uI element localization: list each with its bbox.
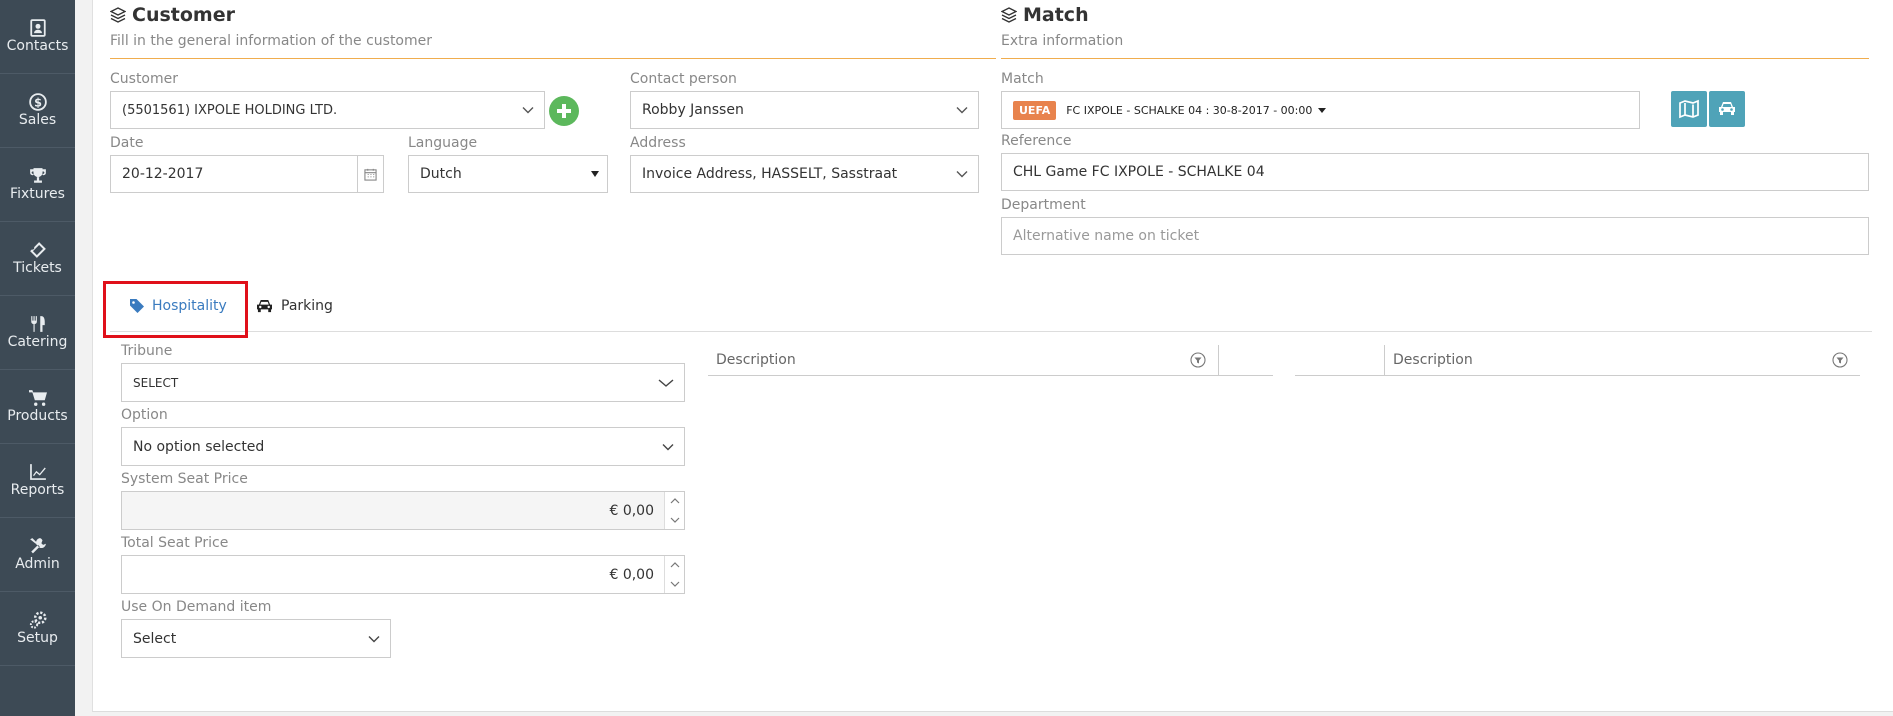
sidebar-item-reports[interactable]: Reports bbox=[0, 444, 75, 518]
department-label: Department bbox=[1001, 197, 1086, 213]
date-label: Date bbox=[110, 135, 144, 151]
tab-parking[interactable]: Parking bbox=[255, 298, 333, 314]
right-grid-header: Description bbox=[1295, 344, 1860, 376]
competition-badge: UEFA bbox=[1013, 100, 1057, 120]
reference-input[interactable]: CHL Game FC IXPOLE - SCHALKE 04 bbox=[1001, 153, 1869, 191]
chevron-up-icon[interactable] bbox=[670, 497, 680, 505]
address-select[interactable]: Invoice Address, HASSELT, Sasstraat bbox=[630, 155, 979, 193]
svg-text:$: $ bbox=[34, 97, 42, 110]
match-select[interactable]: UEFA FC IXPOLE - SCHALKE 04 : 30-8-2017 … bbox=[1001, 91, 1640, 129]
layers-icon bbox=[110, 7, 126, 23]
reference-label: Reference bbox=[1001, 133, 1072, 149]
plus-icon bbox=[557, 104, 571, 118]
tools-icon bbox=[0, 536, 75, 556]
caret-down-icon bbox=[1318, 107, 1327, 113]
chevron-up-icon[interactable] bbox=[670, 561, 680, 569]
system-seat-price-label: System Seat Price bbox=[121, 471, 248, 487]
option-label: Option bbox=[121, 407, 168, 423]
add-customer-button[interactable] bbox=[549, 96, 579, 126]
match-section-subtitle: Extra information bbox=[1001, 33, 1124, 49]
trophy-icon bbox=[0, 166, 75, 186]
language-select[interactable]: Dutch bbox=[408, 155, 608, 193]
sidebar-item-label: Setup bbox=[17, 630, 58, 646]
sidebar-item-admin[interactable]: Admin bbox=[0, 518, 75, 592]
system-price-stepper[interactable] bbox=[664, 492, 684, 529]
filter-icon[interactable] bbox=[1186, 352, 1210, 368]
cart-icon bbox=[0, 388, 75, 408]
customer-section-divider bbox=[110, 58, 996, 59]
on-demand-select[interactable]: Select bbox=[121, 619, 391, 658]
system-seat-price-input[interactable]: € 0,00 bbox=[121, 491, 685, 530]
sidebar-item-contacts[interactable]: Contacts bbox=[0, 0, 75, 74]
sidebar-item-label: Contacts bbox=[6, 38, 69, 54]
sidebar-item-label: Products bbox=[7, 408, 68, 424]
sidebar-item-sales[interactable]: $ Sales bbox=[0, 74, 75, 148]
tabs-divider bbox=[110, 331, 1872, 332]
sidebar-item-tickets[interactable]: Tickets bbox=[0, 222, 75, 296]
layers-icon bbox=[1001, 7, 1017, 23]
tribune-label: Tribune bbox=[121, 343, 173, 359]
sidebar: Contacts $ Sales Fixtures Tickets Cateri… bbox=[0, 0, 75, 716]
left-grid-header: Description bbox=[708, 344, 1273, 376]
filter-icon[interactable] bbox=[1828, 352, 1852, 368]
sidebar-item-label: Tickets bbox=[13, 260, 62, 276]
chevron-down-icon bbox=[662, 441, 674, 453]
parking-car-button[interactable] bbox=[1709, 91, 1745, 127]
total-seat-price-input[interactable]: € 0,00 bbox=[121, 555, 685, 594]
chevron-down-icon bbox=[658, 377, 674, 389]
chevron-down-icon bbox=[522, 104, 534, 116]
order-form-panel: Customer Fill in the general information… bbox=[92, 0, 1893, 712]
highlight-box bbox=[103, 281, 248, 338]
match-label: Match bbox=[1001, 71, 1044, 87]
language-label: Language bbox=[408, 135, 478, 151]
sidebar-item-fixtures[interactable]: Fixtures bbox=[0, 148, 75, 222]
contacts-icon bbox=[0, 18, 75, 38]
customer-select[interactable]: (5501561) IXPOLE HOLDING LTD. bbox=[110, 91, 545, 129]
chart-icon bbox=[0, 462, 75, 482]
sidebar-item-label: Sales bbox=[18, 112, 57, 128]
sidebar-item-label: Fixtures bbox=[10, 186, 65, 202]
address-label: Address bbox=[630, 135, 686, 151]
chevron-down-icon[interactable] bbox=[670, 580, 680, 588]
sidebar-item-setup[interactable]: Setup bbox=[0, 592, 75, 666]
tribune-select[interactable]: SELECT bbox=[121, 363, 685, 402]
on-demand-label: Use On Demand item bbox=[121, 599, 272, 615]
match-section-title: Match bbox=[1001, 4, 1089, 26]
contact-person-label: Contact person bbox=[630, 71, 737, 87]
chevron-down-icon[interactable] bbox=[670, 516, 680, 524]
right-grid-description-header: Description bbox=[1393, 352, 1473, 368]
contact-person-select[interactable]: Robby Janssen bbox=[630, 91, 979, 129]
map-button[interactable] bbox=[1671, 91, 1707, 127]
customer-section-subtitle: Fill in the general information of the c… bbox=[110, 33, 432, 49]
sidebar-item-catering[interactable]: Catering bbox=[0, 296, 75, 370]
customer-section-title: Customer bbox=[110, 4, 235, 26]
car-icon bbox=[1719, 102, 1735, 115]
sidebar-item-products[interactable]: Products bbox=[0, 370, 75, 444]
customer-label: Customer bbox=[110, 71, 179, 87]
utensils-icon bbox=[0, 314, 75, 334]
match-section-divider bbox=[1001, 58, 1869, 59]
sidebar-item-label: Admin bbox=[15, 556, 60, 572]
sidebar-item-label: Reports bbox=[10, 482, 65, 498]
gears-icon bbox=[0, 610, 75, 630]
car-icon bbox=[257, 299, 272, 312]
ticket-icon bbox=[0, 240, 75, 260]
total-price-stepper[interactable] bbox=[664, 556, 684, 593]
chevron-down-icon bbox=[956, 104, 968, 116]
chevron-down-icon bbox=[956, 168, 968, 180]
left-grid-description-header: Description bbox=[716, 352, 796, 368]
dollar-icon: $ bbox=[0, 92, 75, 112]
caret-down-icon bbox=[591, 171, 599, 177]
sidebar-item-label: Catering bbox=[7, 334, 68, 350]
map-icon bbox=[1679, 99, 1699, 119]
date-input[interactable]: 20-12-2017 bbox=[110, 155, 384, 193]
calendar-icon[interactable] bbox=[357, 156, 383, 192]
department-input[interactable]: Alternative name on ticket bbox=[1001, 217, 1869, 255]
total-seat-price-label: Total Seat Price bbox=[121, 535, 229, 551]
chevron-down-icon bbox=[368, 633, 380, 645]
option-select[interactable]: No option selected bbox=[121, 427, 685, 466]
